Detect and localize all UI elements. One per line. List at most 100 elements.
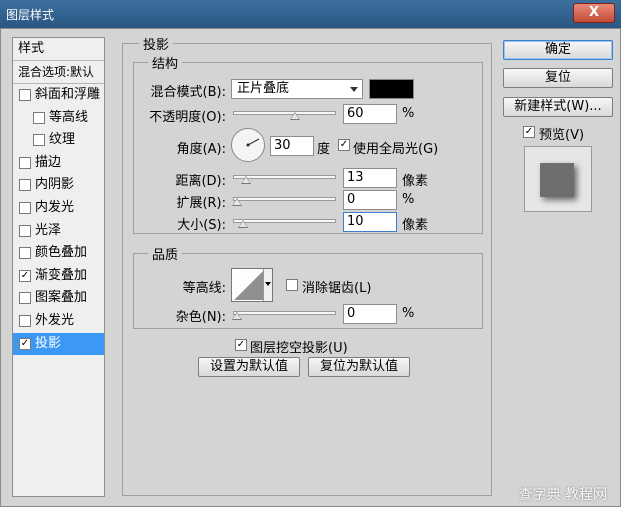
style-item[interactable]: 纹理 (13, 129, 104, 151)
antialias-checkbox[interactable] (286, 279, 298, 291)
contour-label: 等高线: (182, 281, 226, 296)
noise-label: 杂色(N): (175, 310, 226, 325)
contour-picker[interactable] (231, 268, 273, 302)
angle-needle-icon (246, 138, 260, 147)
spread-slider[interactable] (233, 197, 336, 201)
knockout-checkbox[interactable]: ✓ (235, 339, 247, 351)
style-item-label: 光泽 (35, 222, 62, 238)
style-item-label: 纹理 (49, 132, 76, 148)
style-item[interactable]: 颜色叠加 (13, 242, 104, 264)
angle-label: 角度(A): (176, 142, 226, 157)
style-item-checkbox[interactable] (19, 156, 31, 169)
style-item[interactable]: 描边 (13, 152, 104, 174)
new-style-button[interactable]: 新建样式(W)... (503, 97, 613, 117)
drop-shadow-title: 投影 (139, 34, 174, 53)
ok-button[interactable]: 确定 (503, 40, 613, 60)
style-item[interactable]: ✓ 渐变叠加 (13, 265, 104, 287)
preview-checkbox[interactable]: ✓ (523, 126, 535, 138)
style-item-checkbox[interactable] (19, 315, 31, 327)
check-icon: ✓ (20, 337, 30, 349)
size-input[interactable]: 10 (343, 212, 397, 232)
style-item[interactable]: 图案叠加 (13, 287, 104, 309)
style-list: 样式 混合选项:默认 斜面和浮雕等高线纹理描边内阴影内发光光泽颜色叠加 ✓ 渐变叠加… (12, 37, 105, 497)
antialias-label: 消除锯齿(L) (302, 281, 372, 296)
noise-input[interactable]: 0 (343, 304, 397, 324)
style-item-checkbox[interactable] (19, 89, 31, 101)
distance-input[interactable]: 13 (343, 168, 397, 188)
style-item-label: 等高线 (49, 109, 89, 125)
preview-label: 预览(V) (539, 128, 585, 143)
knockout-label: 图层挖空投影(U) (250, 341, 348, 356)
opacity-label: 不透明度(O): (149, 110, 226, 125)
style-item-checkbox[interactable]: ✓ (19, 337, 31, 350)
blend-options-item[interactable]: 混合选项:默认 (13, 61, 104, 83)
style-item[interactable]: 光泽 (13, 220, 104, 242)
distance-unit: 像素 (402, 174, 429, 189)
style-item-checkbox[interactable] (33, 111, 45, 124)
spread-input[interactable]: 0 (343, 190, 397, 210)
noise-unit: % (402, 306, 415, 321)
close-button[interactable]: X (573, 3, 615, 23)
spread-label: 扩展(R): (176, 196, 226, 211)
style-item[interactable]: ✓ 投影 (13, 332, 104, 355)
style-item-checkbox[interactable]: ✓ (19, 269, 31, 282)
reset-button[interactable]: 复位 (503, 68, 613, 88)
style-item-checkbox[interactable] (19, 247, 31, 260)
window-title: 图层样式 (6, 8, 55, 22)
shadow-color-swatch[interactable] (369, 79, 414, 99)
style-item-checkbox[interactable] (19, 224, 31, 237)
style-item-label: 颜色叠加 (35, 245, 88, 261)
distance-slider-handle[interactable] (241, 176, 251, 184)
style-item-label: 描边 (35, 154, 62, 170)
quality-title: 品质 (148, 244, 183, 263)
spread-unit: % (402, 192, 415, 207)
global-light-checkbox[interactable]: ✓ (338, 139, 350, 151)
global-light-label: 使用全局光(G) (353, 142, 439, 157)
contour-icon (234, 270, 264, 300)
style-item-checkbox[interactable] (19, 292, 31, 305)
check-icon: ✓ (236, 339, 246, 350)
style-item-checkbox[interactable] (33, 134, 45, 147)
make-default-button[interactable]: 设置为默认值 (198, 357, 300, 377)
watermark: 查字典 教程网 (518, 487, 607, 503)
noise-slider[interactable] (233, 311, 336, 315)
size-unit: 像素 (402, 218, 429, 233)
size-slider[interactable] (233, 219, 336, 223)
noise-slider-handle[interactable] (232, 312, 242, 320)
angle-dial[interactable] (231, 128, 265, 162)
style-item[interactable]: 外发光 (13, 310, 104, 332)
style-item[interactable]: 内发光 (13, 197, 104, 219)
angle-input[interactable]: 30 (270, 136, 314, 156)
styles-header[interactable]: 样式 (13, 38, 104, 60)
distance-label: 距离(D): (175, 174, 226, 189)
blend-mode-select[interactable]: 正片叠底 (231, 79, 363, 99)
angle-unit: 度 (317, 142, 331, 157)
style-item-checkbox[interactable] (19, 179, 31, 192)
style-item-label: 内阴影 (35, 177, 75, 193)
check-icon: ✓ (524, 126, 534, 137)
style-item-label: 斜面和浮雕 (35, 87, 101, 102)
reset-default-button[interactable]: 复位为默认值 (308, 357, 410, 377)
spread-slider-handle[interactable] (232, 198, 242, 206)
style-item-label: 投影 (35, 335, 62, 351)
chevron-down-icon (350, 87, 358, 92)
preview-thumbnail (524, 146, 592, 212)
chevron-down-icon (265, 282, 271, 286)
size-label: 大小(S): (177, 218, 226, 233)
opacity-slider-handle[interactable] (289, 112, 300, 120)
opacity-slider[interactable] (233, 111, 336, 115)
style-item-label: 外发光 (35, 313, 75, 328)
opacity-input[interactable]: 60 (343, 104, 397, 124)
opacity-unit: % (402, 106, 415, 121)
preview-shape (540, 163, 574, 197)
style-item-label: 渐变叠加 (35, 267, 88, 283)
check-icon: ✓ (20, 269, 30, 281)
check-icon: ✓ (339, 139, 349, 150)
style-item[interactable]: 斜面和浮雕 (13, 84, 104, 106)
contour-dropdown[interactable] (263, 269, 272, 301)
style-item[interactable]: 内阴影 (13, 174, 104, 196)
style-item[interactable]: 等高线 (13, 107, 104, 129)
style-item-label: 内发光 (35, 200, 75, 215)
size-slider-handle[interactable] (238, 220, 248, 228)
style-item-checkbox[interactable] (19, 202, 31, 214)
